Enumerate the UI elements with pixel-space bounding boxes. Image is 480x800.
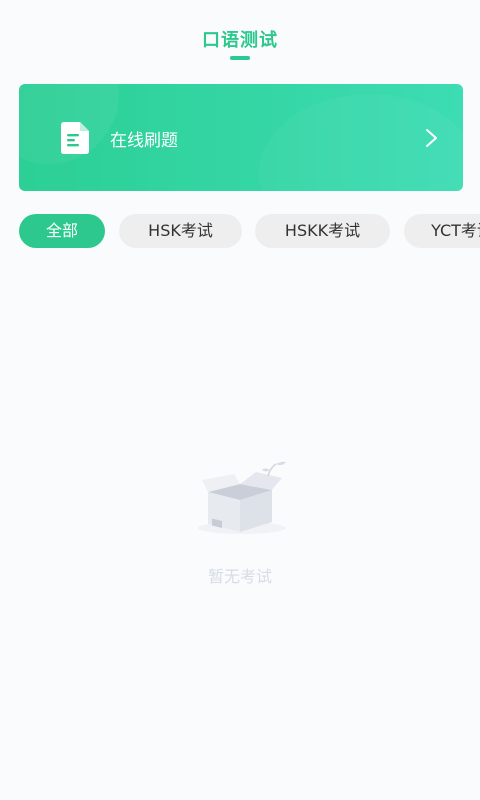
tab-hsk[interactable]: HSK考试: [119, 214, 242, 248]
document-icon: [61, 122, 89, 154]
online-practice-banner[interactable]: 在线刷题: [19, 84, 463, 191]
header-title[interactable]: 口语测试: [0, 26, 480, 52]
banner-label: 在线刷题: [110, 131, 178, 151]
empty-state-text: 暂无考试: [207, 567, 272, 586]
empty-box-icon: [198, 461, 286, 534]
exam-category-tabs: 全部 HSK考试 HSKK考试 YCT考试: [0, 214, 480, 248]
header-active-indicator: [230, 56, 250, 60]
chevron-right-icon: [426, 129, 437, 147]
tab-hskk[interactable]: HSKK考试: [255, 214, 390, 248]
tab-yct[interactable]: YCT考试: [404, 214, 480, 248]
top-header: 口语测试: [0, 0, 480, 70]
tab-all[interactable]: 全部: [19, 214, 105, 248]
